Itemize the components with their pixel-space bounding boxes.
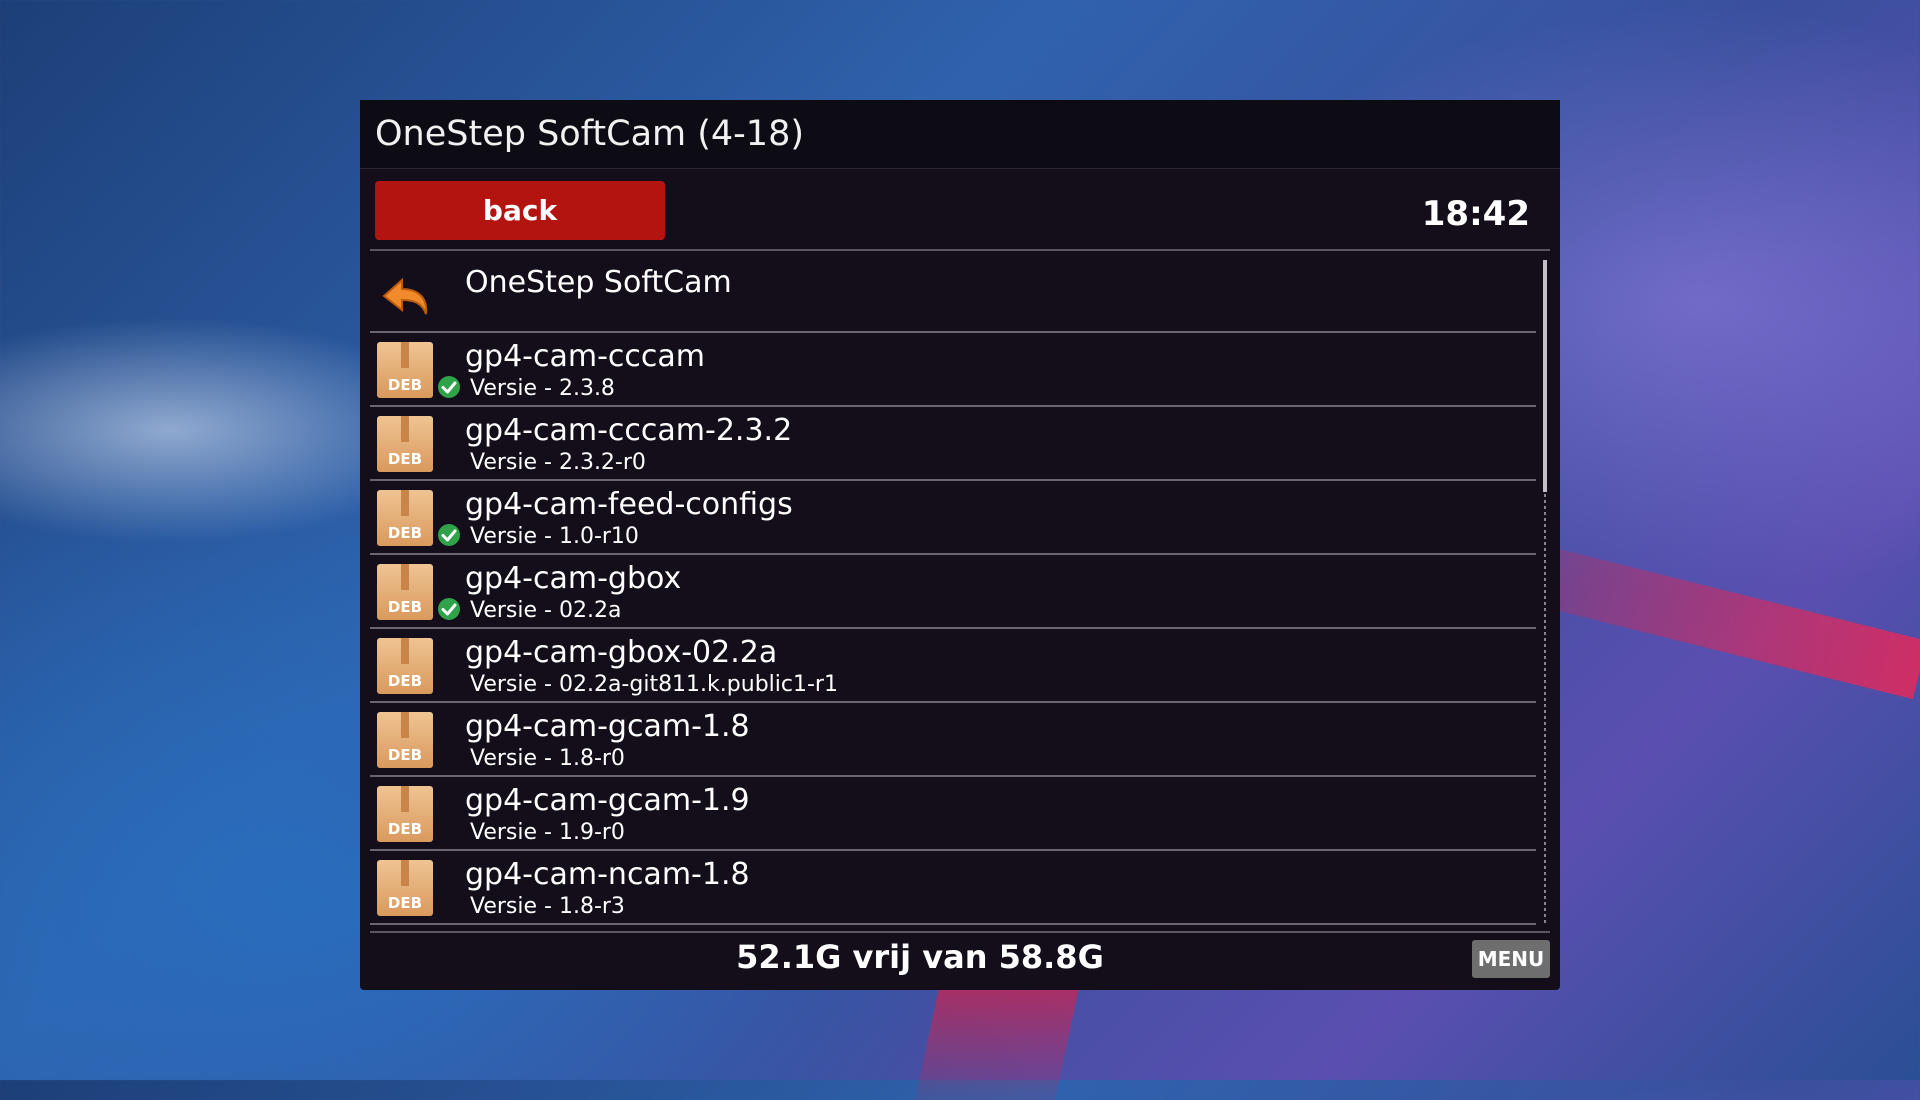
package-tape — [401, 712, 409, 738]
package-tape — [401, 490, 409, 516]
package-version: Versie - 1.0-r10 — [470, 524, 639, 549]
package-version: Versie - 1.9-r0 — [470, 820, 625, 845]
package-tape — [401, 786, 409, 812]
package-name: gp4-cam-gcam-1.9 — [465, 783, 750, 818]
package-name: gp4-cam-ncam-1.8 — [465, 857, 750, 892]
package-name: gp4-cam-gbox — [465, 561, 682, 596]
package-name: gp4-cam-cccam — [465, 339, 706, 374]
installed-check-icon — [438, 376, 460, 398]
list-item[interactable]: DEB gp4-cam-gbox-02.2a Versie - 02.2a-git8… — [370, 628, 1536, 703]
clock: 18:42 — [1421, 194, 1530, 234]
package-version: Versie - 1.8-r0 — [470, 746, 625, 771]
package-version: Versie - 02.2a-git811.k.public1-r1 — [470, 672, 838, 697]
deb-package-icon: DEB — [377, 712, 433, 768]
footer-divider — [370, 931, 1550, 933]
deb-package-icon: DEB — [377, 860, 433, 916]
list-item[interactable]: DEB gp4-cam-gbox Versie - 02.2a — [370, 554, 1536, 629]
deb-label: DEB — [387, 820, 423, 838]
deb-package-icon: DEB — [377, 564, 433, 620]
list-item[interactable]: DEB gp4-cam-feed-configs Versie - 1.0-r10 — [370, 480, 1536, 555]
package-tape — [401, 416, 409, 442]
deb-label: DEB — [387, 672, 423, 690]
package-version: Versie - 2.3.8 — [470, 376, 615, 401]
package-name: gp4-cam-feed-configs — [465, 487, 793, 522]
package-tape — [401, 860, 409, 886]
deb-package-icon: DEB — [377, 342, 433, 398]
softcam-window: OneStep SoftCam (4-18) back 18:42 OneSte… — [360, 100, 1560, 990]
back-arrow-icon — [382, 277, 428, 315]
deb-label: DEB — [387, 450, 423, 468]
scrollbar-thumb[interactable] — [1543, 260, 1547, 492]
package-version: Versie - 02.2a — [470, 598, 622, 623]
list-item[interactable]: DEB gp4-cam-cccam-2.3.2 Versie - 2.3.2-r0 — [370, 406, 1536, 481]
deb-package-icon: DEB — [377, 416, 433, 472]
window-title: OneStep SoftCam (4-18) — [375, 114, 804, 154]
package-tape — [401, 638, 409, 664]
package-tape — [401, 564, 409, 590]
deb-package-icon: DEB — [377, 490, 433, 546]
deb-label: DEB — [387, 524, 423, 542]
package-name: gp4-cam-gbox-02.2a — [465, 635, 778, 670]
deb-package-icon: DEB — [377, 786, 433, 842]
header-divider — [370, 249, 1550, 251]
storage-status: 52.1G vrij van 58.8G — [736, 938, 1104, 976]
list-item[interactable]: DEB gp4-cam-cccam Versie - 2.3.8 — [370, 332, 1536, 407]
package-name: gp4-cam-gcam-1.8 — [465, 709, 750, 744]
deb-label: DEB — [387, 746, 423, 764]
deb-label: DEB — [387, 894, 423, 912]
package-tape — [401, 342, 409, 368]
list-item-name: OneStep SoftCam — [465, 265, 732, 300]
background-ribbon — [1544, 548, 1920, 700]
package-version: Versie - 1.8-r3 — [470, 894, 625, 919]
package-name: gp4-cam-cccam-2.3.2 — [465, 413, 793, 448]
installed-check-icon — [438, 524, 460, 546]
menu-button[interactable]: MENU — [1472, 940, 1550, 978]
deb-label: DEB — [387, 376, 423, 394]
list-item[interactable]: DEB gp4-cam-ncam-1.8 Versie - 1.8-r3 — [370, 850, 1536, 925]
installed-check-icon — [438, 598, 460, 620]
title-bar: OneStep SoftCam (4-18) — [360, 100, 1560, 169]
back-button[interactable]: back — [375, 181, 665, 240]
deb-package-icon: DEB — [377, 638, 433, 694]
deb-label: DEB — [387, 598, 423, 616]
list-item-parent[interactable]: OneStep SoftCam — [370, 258, 1536, 333]
package-version: Versie - 2.3.2-r0 — [470, 450, 646, 475]
list-item[interactable]: DEB gp4-cam-gcam-1.8 Versie - 1.8-r0 — [370, 702, 1536, 777]
package-list: OneStep SoftCam DEB gp4-cam-cccam Versie -… — [370, 258, 1536, 931]
list-item[interactable]: DEB gp4-cam-gcam-1.9 Versie - 1.9-r0 — [370, 776, 1536, 851]
